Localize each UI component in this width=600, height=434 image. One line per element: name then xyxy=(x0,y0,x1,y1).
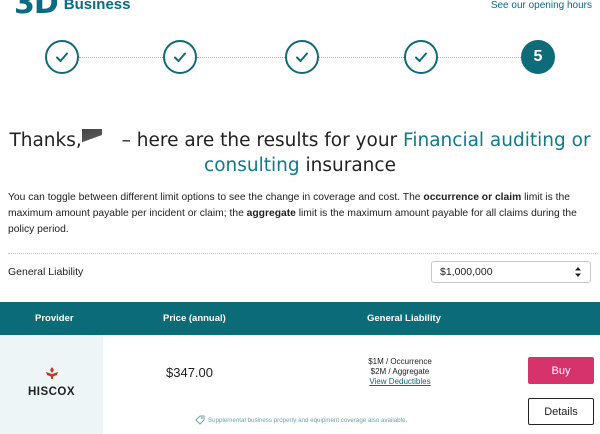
step-connector xyxy=(319,57,404,58)
coverage-label: General Liability xyxy=(8,266,84,278)
buy-button[interactable]: Buy xyxy=(528,357,594,384)
check-icon xyxy=(174,52,186,62)
results-table-header: Provider Price (annual) General Liabilit… xyxy=(0,302,600,335)
step-connector xyxy=(438,57,521,58)
headline-suffix: insurance xyxy=(299,155,396,176)
general-liability-limits: $1M / Occurrence $2M / Aggregate View De… xyxy=(350,357,450,387)
header-price: Price (annual) xyxy=(163,313,226,324)
header-provider: Provider xyxy=(35,313,74,324)
supplemental-coverage-note: Supplemental business property and equip… xyxy=(195,415,407,425)
check-icon xyxy=(56,52,68,62)
section-divider xyxy=(8,253,596,254)
step-number: 5 xyxy=(533,48,543,65)
occurrence-limit: $1M / Occurrence xyxy=(368,357,432,366)
header-general-liability: General Liability xyxy=(367,313,441,324)
limit-select-value: $1,000,000 xyxy=(440,266,493,278)
step-connector xyxy=(197,57,285,58)
select-arrows-icon xyxy=(575,267,581,277)
intro-text: You can toggle between different limit o… xyxy=(8,192,424,203)
check-icon xyxy=(415,52,427,62)
provider-logo: HISCOX xyxy=(0,367,103,400)
supplemental-note-text: Supplemental business property and equip… xyxy=(208,416,408,424)
hiscox-emblem-icon xyxy=(45,367,58,379)
intro-bold-occurrence: occurrence or claim xyxy=(423,192,522,203)
logo-text: Business xyxy=(63,0,131,13)
annual-price: $347.00 xyxy=(166,365,213,380)
view-deductibles-link[interactable]: View Deductibles xyxy=(369,377,430,386)
limits-explanation: You can toggle between different limit o… xyxy=(8,190,596,238)
opening-hours-link[interactable]: See our opening hours xyxy=(491,0,592,11)
step-2-complete[interactable] xyxy=(163,40,197,74)
progress-stepper: 5 xyxy=(0,40,600,76)
aggregate-limit: $2M / Aggregate xyxy=(370,367,430,376)
headline-prefix: Thanks, xyxy=(9,130,82,151)
intro-bold-aggregate: aggregate xyxy=(246,208,296,219)
limit-select[interactable]: $1,000,000 xyxy=(431,261,591,283)
insurance-type-line2: consulting xyxy=(204,155,300,176)
insurance-type-line1: Financial auditing or xyxy=(403,130,591,151)
check-icon xyxy=(296,52,308,62)
step-4-complete[interactable] xyxy=(404,40,438,74)
step-3-complete[interactable] xyxy=(285,40,319,74)
step-connector xyxy=(79,57,163,58)
logo-mark: 3D xyxy=(14,0,59,21)
provider-cell: HISCOX xyxy=(0,335,103,434)
step-5-current: 5 xyxy=(521,40,555,74)
company-logo[interactable]: 3D Business xyxy=(14,0,131,21)
step-1-complete[interactable] xyxy=(45,40,79,74)
redacted-name xyxy=(81,129,102,148)
provider-name: HISCOX xyxy=(27,386,76,398)
headline-middle: – here are the results for your xyxy=(115,130,404,151)
results-headline: Thanks, – here are the results for your … xyxy=(0,128,600,178)
tag-icon xyxy=(195,415,205,425)
details-button[interactable]: Details xyxy=(528,398,594,425)
